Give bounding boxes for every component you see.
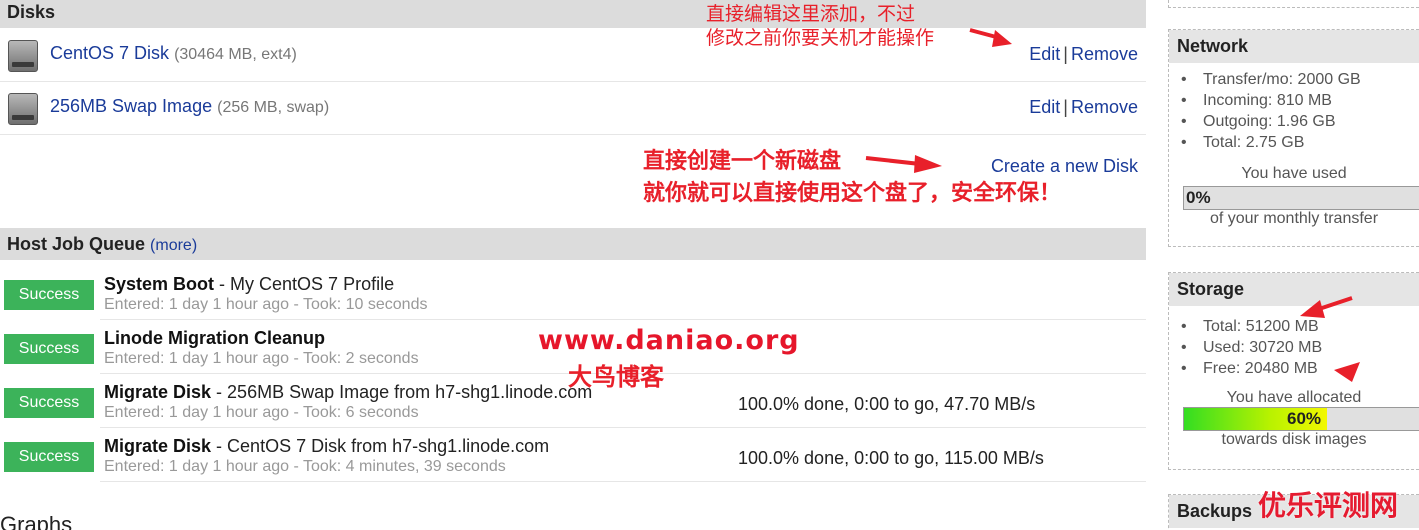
transfer-caption: of your monthly transfer (1209, 210, 1379, 227)
job-detail: - CentOS 7 Disk from h7-shg1.linode.com (211, 436, 550, 456)
job-timing: Entered: 1 day 1 hour ago - Took: 4 minu… (104, 458, 506, 475)
corner-watermark: 优乐评测网 (1258, 489, 1399, 522)
network-box: Network Transfer/mo: 2000 GB Incoming: 8… (1168, 29, 1419, 247)
create-annotation-line: 就你就可以直接使用这个盘了，安全环保！ (643, 181, 1062, 206)
transfer-bar: 0% (1183, 186, 1419, 210)
disk-name: CentOS 7 Disk (30464 MB, ext4) (50, 43, 297, 64)
network-used-caption: You have used (1241, 165, 1347, 182)
separator: | (1063, 97, 1068, 117)
remove-disk-link[interactable]: Remove (1071, 44, 1138, 64)
edit-disk-link[interactable]: Edit (1029, 97, 1060, 117)
job-queue-title: Host Job Queue (7, 234, 146, 254)
storage-title: Storage (1169, 273, 1419, 306)
job-queue-more-link[interactable]: (more) (150, 237, 197, 254)
list-item: Incoming: 810 MB (1181, 90, 1419, 111)
list-item: Total: 2.75 GB (1181, 132, 1419, 153)
disk-actions: Edit | Remove (1029, 44, 1138, 65)
list-item: Free: 20480 MB (1181, 358, 1419, 379)
disk-meta: (30464 MB, ext4) (174, 46, 297, 63)
status-badge: Success (4, 388, 94, 418)
main-panel: Disks CentOS 7 Disk (30464 MB, ext4) Edi… (0, 0, 1146, 530)
job-detail: - 256MB Swap Image from h7-shg1.linode.c… (211, 382, 593, 402)
hard-disk-icon (8, 40, 38, 72)
job-type: Migrate Disk (104, 436, 212, 456)
job-progress: 100.0% done, 0:00 to go, 47.70 MB/s (738, 394, 1036, 414)
edit-annotation: 直接编辑这里添加，不过 修改之前你要关机才能操作 (706, 2, 934, 50)
job-title: Migrate Disk - 256MB Swap Image from h7-… (104, 382, 592, 403)
list-item: Outgoing: 1.96 GB (1181, 111, 1419, 132)
list-item: Transfer/mo: 2000 GB (1181, 69, 1419, 90)
separator: | (1063, 44, 1068, 64)
storage-box: Storage Total: 51200 MB Used: 30720 MB F… (1168, 272, 1419, 470)
graphs-heading: Graphs (0, 512, 73, 530)
edit-annotation-line: 直接编辑这里添加，不过 (706, 3, 916, 25)
network-stats: Transfer/mo: 2000 GB Incoming: 810 MB Ou… (1169, 63, 1419, 153)
row-divider (100, 481, 1146, 482)
disks-header-title: Disks (7, 2, 56, 22)
network-title: Network (1169, 30, 1419, 63)
job-timing: Entered: 1 day 1 hour ago - Took: 2 seco… (104, 350, 419, 367)
job-row: Success System Boot - My CentOS 7 Profil… (0, 266, 1146, 320)
job-title: Linode Migration Cleanup (104, 328, 325, 349)
watermark-name: 大鸟博客 (568, 363, 664, 391)
status-badge: Success (4, 334, 94, 364)
list-item: Total: 51200 MB (1181, 316, 1419, 337)
create-annotation-line: 直接创建一个新磁盘 (643, 149, 842, 174)
disk-row: 256MB Swap Image (256 MB, swap) Edit | Rem… (0, 83, 1146, 135)
status-badge: Success (4, 280, 94, 310)
disk-row: CentOS 7 Disk (30464 MB, ext4) Edit | Remo… (0, 30, 1146, 82)
job-type: Migrate Disk (104, 382, 212, 402)
job-type: System Boot (104, 274, 215, 294)
watermark-url: www.daniao.org (538, 325, 800, 356)
job-timing: Entered: 1 day 1 hour ago - Took: 6 seco… (104, 404, 419, 421)
transfer-bar-label: 0% (1186, 188, 1211, 207)
disk-actions: Edit | Remove (1029, 97, 1138, 118)
disks-header: Disks (0, 0, 1146, 28)
job-timing: Entered: 1 day 1 hour ago - Took: 10 sec… (104, 296, 428, 313)
status-badge: Success (4, 442, 94, 472)
create-annotation: 直接创建一个新磁盘 就你就可以直接使用这个盘了，安全环保！ (643, 146, 1061, 210)
storage-bar: 60% (1183, 407, 1419, 431)
job-progress: 100.0% done, 0:00 to go, 115.00 MB/s (738, 448, 1044, 468)
storage-stats: Total: 51200 MB Used: 30720 MB Free: 204… (1169, 306, 1419, 379)
job-type: Linode Migration Cleanup (104, 328, 325, 348)
storage-bar-label: 60% (1286, 409, 1322, 428)
job-title: Migrate Disk - CentOS 7 Disk from h7-shg… (104, 436, 549, 457)
edit-disk-link[interactable]: Edit (1029, 44, 1060, 64)
job-detail: - My CentOS 7 Profile (214, 274, 395, 294)
edit-annotation-line: 修改之前你要关机才能操作 (706, 27, 935, 49)
remove-disk-link[interactable]: Remove (1071, 97, 1138, 117)
disk-name-link[interactable]: 256MB Swap Image (50, 96, 212, 116)
job-row: Success Migrate Disk - CentOS 7 Disk fro… (0, 428, 1146, 482)
job-queue-header: Host Job Queue (more) (0, 228, 1146, 260)
disk-name: 256MB Swap Image (256 MB, swap) (50, 96, 329, 117)
storage-alloc-caption: You have allocated (1226, 389, 1362, 406)
sidebar-box-top (1168, 0, 1419, 8)
disk-meta: (256 MB, swap) (217, 99, 330, 116)
list-item: Used: 30720 MB (1181, 337, 1419, 358)
hard-disk-icon (8, 93, 38, 125)
storage-caption: towards disk images (1221, 431, 1367, 448)
disk-name-link[interactable]: CentOS 7 Disk (50, 43, 169, 63)
job-title: System Boot - My CentOS 7 Profile (104, 274, 394, 295)
